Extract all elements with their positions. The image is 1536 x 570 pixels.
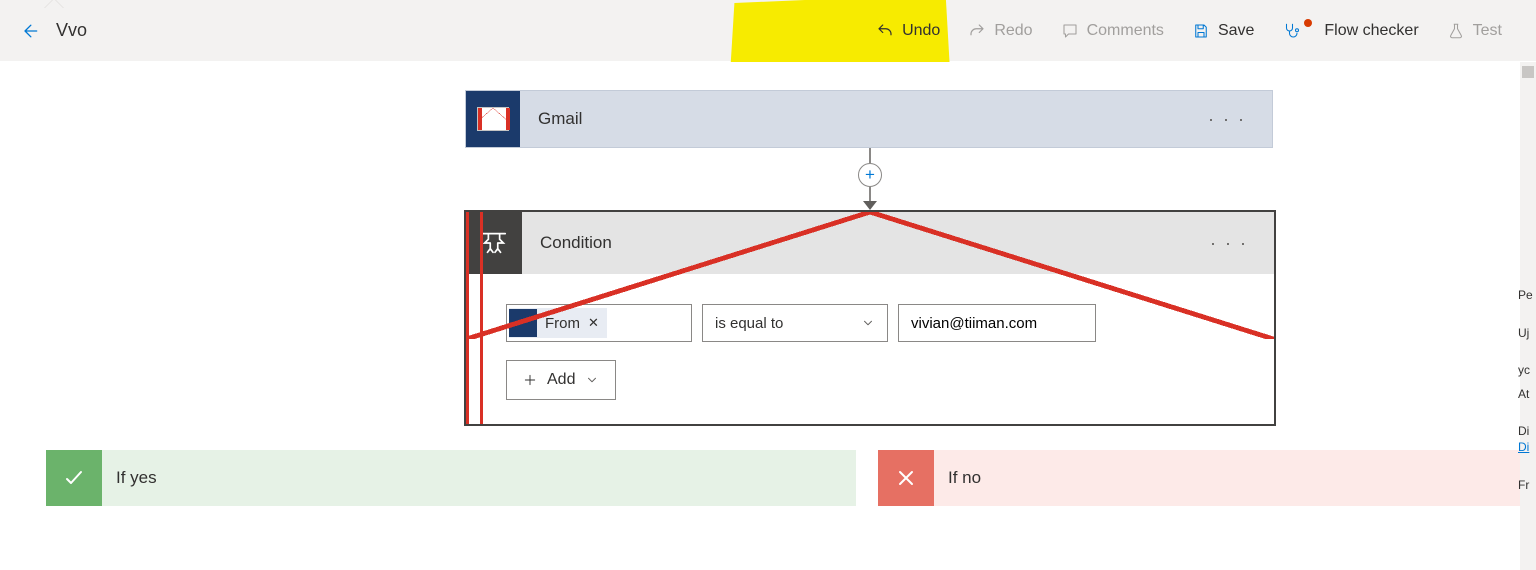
- comment-icon: [1061, 22, 1079, 40]
- flow-canvas[interactable]: Gmail · · · + Condition · · ·: [0, 62, 1536, 570]
- back-button[interactable]: Vvo: [10, 14, 97, 47]
- alert-dot-icon: [1304, 19, 1312, 27]
- branch-yes-header: If yes: [46, 450, 856, 506]
- flow-checker-button[interactable]: Flow checker: [1268, 0, 1432, 61]
- save-label: Save: [1218, 22, 1254, 40]
- condition-body: From ✕ is equal to Add: [466, 274, 1274, 424]
- flow-title[interactable]: Vvo: [56, 20, 87, 41]
- undo-icon: [876, 22, 894, 40]
- check-icon: [46, 450, 102, 506]
- save-icon: [1192, 22, 1210, 40]
- arrow-left-icon: [20, 21, 40, 41]
- connector-line: [869, 187, 871, 202]
- branch-if-no[interactable]: If no: [878, 450, 1536, 570]
- comments-label: Comments: [1087, 22, 1164, 40]
- branch-yes-title: If yes: [102, 468, 157, 488]
- stethoscope-icon: [1282, 22, 1300, 40]
- undo-button[interactable]: Undo: [862, 0, 954, 61]
- trigger-card-gmail[interactable]: Gmail · · ·: [465, 90, 1273, 148]
- peek-text: Uj: [1518, 326, 1536, 342]
- branch-no-title: If no: [934, 468, 981, 488]
- condition-left-operand[interactable]: From ✕: [506, 304, 692, 342]
- dynamic-token-from[interactable]: From ✕: [509, 308, 607, 338]
- undo-label: Undo: [902, 22, 940, 40]
- condition-row: From ✕ is equal to: [506, 304, 1234, 342]
- peek-text: Di: [1518, 424, 1536, 440]
- comments-button[interactable]: Comments: [1047, 0, 1178, 61]
- branch-if-yes[interactable]: If yes: [46, 450, 856, 570]
- add-step-button[interactable]: +: [858, 163, 882, 187]
- test-label: Test: [1473, 22, 1502, 40]
- peek-text: Fr: [1518, 478, 1536, 494]
- side-panel-cropped: Pe Uj yc At Di Di Fr: [1518, 280, 1536, 515]
- redo-icon: [968, 22, 986, 40]
- toolbar: Undo Redo Comments Save Flow checker: [862, 0, 1516, 61]
- peek-text: At: [1518, 387, 1536, 403]
- gmail-connector-icon: [466, 91, 520, 147]
- command-bar: Vvo Undo Redo Comments Save: [0, 0, 1536, 62]
- connector-line: [869, 148, 871, 163]
- breadcrumb-pointer: [44, 0, 64, 9]
- peek-text: yc: [1518, 363, 1536, 379]
- redo-label: Redo: [994, 22, 1032, 40]
- trigger-menu-button[interactable]: · · ·: [1200, 105, 1254, 134]
- save-button[interactable]: Save: [1178, 0, 1268, 61]
- test-button[interactable]: Test: [1433, 0, 1516, 61]
- scrollbar-thumb[interactable]: [1522, 66, 1534, 78]
- close-icon: [878, 450, 934, 506]
- peek-link[interactable]: Di: [1518, 440, 1536, 456]
- branch-no-header: If no: [878, 450, 1536, 506]
- condition-card[interactable]: Condition · · · From ✕ is equal to: [464, 210, 1276, 426]
- gmail-icon: [509, 309, 537, 337]
- arrow-down-icon: [863, 201, 877, 210]
- flask-icon: [1447, 22, 1465, 40]
- flow-checker-label: Flow checker: [1324, 22, 1418, 40]
- peek-text: Pe: [1518, 288, 1536, 304]
- connector: +: [864, 148, 876, 210]
- gmail-icon: [477, 107, 509, 131]
- trigger-title: Gmail: [520, 109, 582, 129]
- redo-button[interactable]: Redo: [954, 0, 1046, 61]
